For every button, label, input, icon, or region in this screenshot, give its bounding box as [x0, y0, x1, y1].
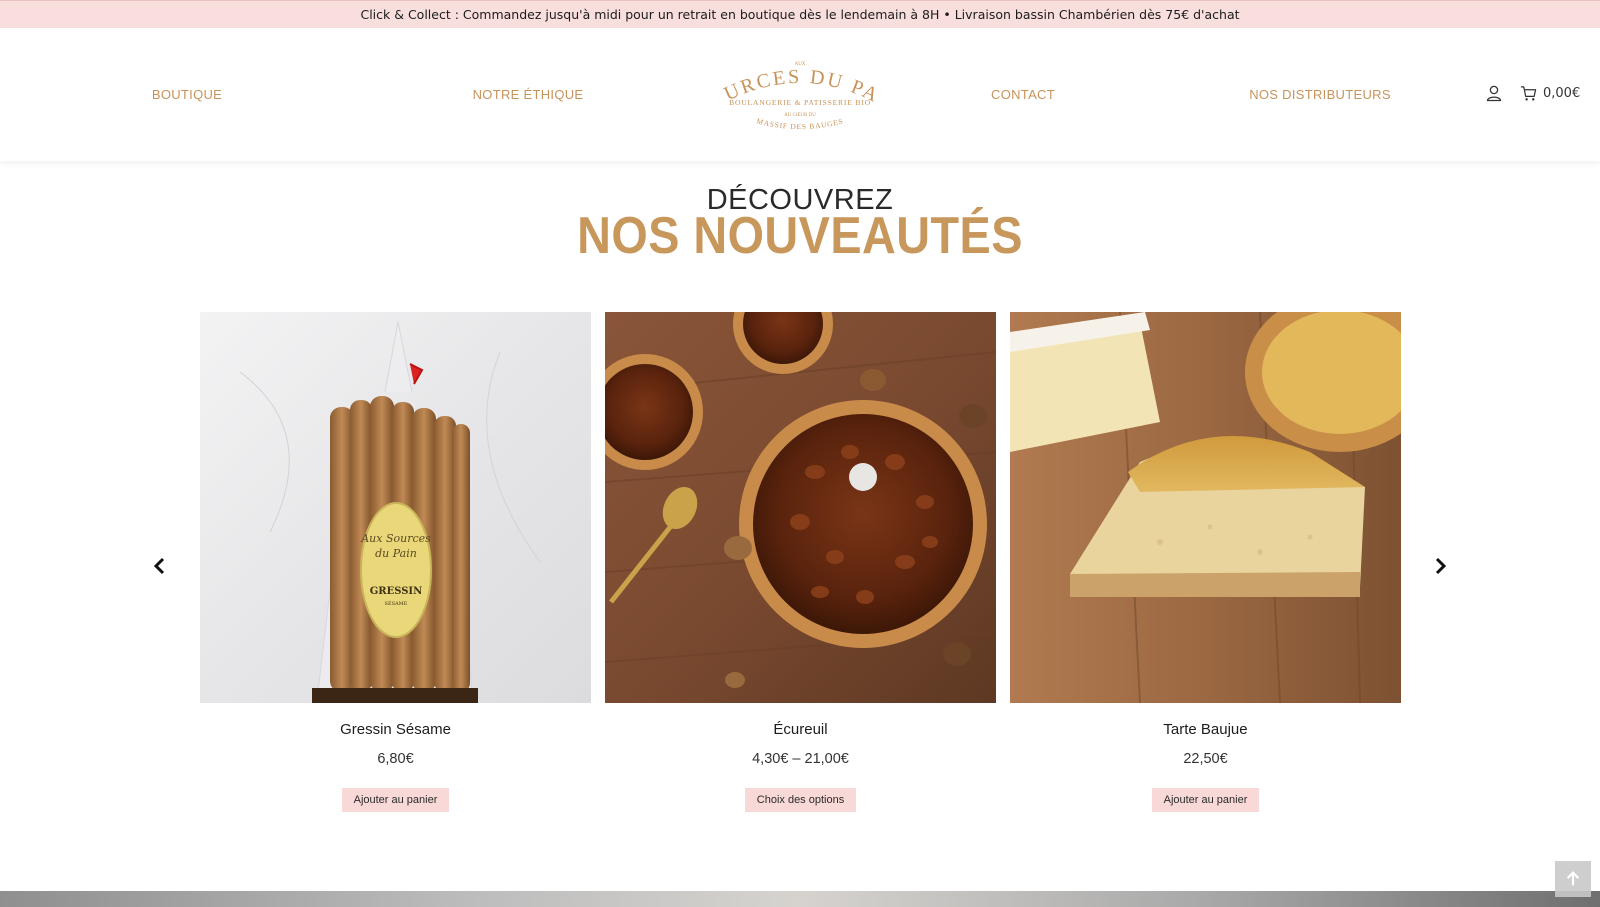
nav-boutique[interactable]: BOUTIQUE [152, 87, 222, 102]
product-title[interactable]: Écureuil [605, 721, 996, 741]
nav-distributeurs[interactable]: NOS DISTRIBUTEURS [1249, 87, 1391, 102]
add-to-cart-button[interactable]: Ajouter au panier [341, 788, 450, 812]
product-card: Écureuil 4,30€ – 21,00€ Choix des option… [605, 312, 996, 812]
product-card: Tarte Baujue 22,50€ Ajouter au panier [1010, 312, 1401, 812]
product-image-gressin[interactable]: Aux Sources du Pain GRESSIN SÉSAME [200, 312, 591, 703]
site-logo[interactable]: AUX SOURCES DU PAIN BOULANGERIE & PATISS… [700, 56, 900, 136]
carousel-prev-button[interactable] [148, 554, 172, 578]
label-script-2: du Pain [375, 547, 417, 560]
product-price: 4,30€ – 21,00€ [752, 751, 849, 767]
nav-contact[interactable]: CONTACT [991, 87, 1055, 102]
announcement-text: Click & Collect : Commandez jusqu'à midi… [360, 7, 1240, 22]
product-title[interactable]: Tarte Baujue [1010, 721, 1401, 741]
product-card: Aux Sources du Pain GRESSIN SÉSAME Gress… [200, 312, 591, 812]
chevron-right-icon [1435, 557, 1447, 575]
product-image-tarte-baujue[interactable] [1010, 312, 1401, 703]
carousel-next-button[interactable] [1428, 554, 1452, 578]
section-title: NOS NOUVEAUTÉS [577, 207, 1023, 265]
label-name: GRESSIN [370, 586, 423, 597]
user-icon[interactable] [1485, 84, 1503, 102]
back-to-top-button[interactable] [1555, 861, 1591, 897]
choose-options-button[interactable]: Choix des options [744, 788, 857, 812]
arrow-up-icon [1566, 871, 1580, 886]
product-price: 6,80€ [377, 751, 414, 767]
label-sub: SÉSAME [385, 599, 408, 607]
logo-tagline: BOULANGERIE & PATISSERIE BIO [729, 98, 871, 107]
chevron-left-icon [153, 557, 165, 575]
site-header: BOUTIQUE NOTRE ÉTHIQUE AUX SOURCES DU PA… [0, 28, 1600, 161]
product-image-ecureuil[interactable] [605, 312, 996, 703]
nav-ethique[interactable]: NOTRE ÉTHIQUE [473, 87, 584, 102]
cart-icon [1520, 85, 1537, 101]
product-price: 22,50€ [1183, 751, 1228, 767]
logo-line3: AU CŒUR DU [784, 113, 816, 118]
label-script-1: Aux Sources [360, 532, 431, 545]
product-title[interactable]: Gressin Sésame [200, 721, 591, 741]
announcement-bar: Click & Collect : Commandez jusqu'à midi… [0, 0, 1600, 28]
logo-line4: MASSIF DES BAUGES [756, 116, 845, 131]
cart-button[interactable]: 0,00€ [1520, 84, 1580, 102]
next-section-banner [0, 891, 1600, 907]
add-to-cart-button[interactable]: Ajouter au panier [1151, 788, 1260, 812]
cart-total: 0,00€ [1543, 85, 1581, 101]
